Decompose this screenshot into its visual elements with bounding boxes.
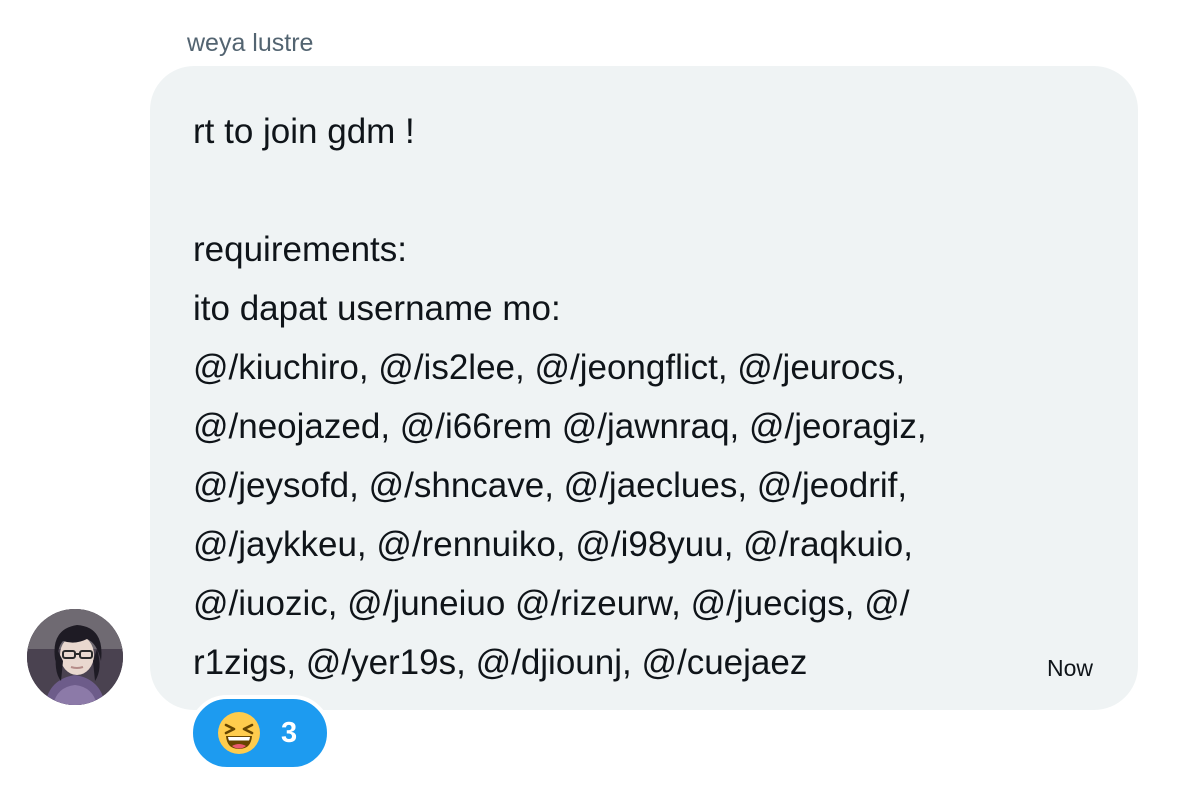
message-line: r1zigs, @/yer19s, @/djiounj, @/cuejaez (193, 643, 808, 682)
message-line: @/jaykkeu, @/rennuiko, @/i98yuu, @/raqku… (193, 525, 913, 564)
message-line: rt to join gdm ! (193, 112, 415, 151)
message-line: @/kiuchiro, @/is2lee, @/jeongflict, @/je… (193, 348, 906, 387)
message-timestamp: Now (1046, 655, 1093, 681)
message-line: ito dapat username mo: (193, 289, 561, 328)
message-line: @/neojazed, @/i66rem @/jawnraq, @/jeorag… (193, 407, 927, 446)
message-text: rt to join gdm ! requirements: ito dapat u… (193, 102, 1093, 692)
grinning-squinting-face-icon (218, 712, 260, 754)
sender-name: weya lustre (187, 29, 314, 57)
message-line (193, 161, 1093, 220)
user-avatar-icon (27, 609, 123, 705)
reaction-button[interactable]: 3 (189, 695, 331, 771)
message-line: requirements: (193, 230, 407, 269)
reaction-count: 3 (281, 717, 298, 749)
avatar[interactable] (27, 609, 123, 705)
message-line: @/jeysofd, @/shncave, @/jaeclues, @/jeod… (193, 466, 908, 505)
message-line: @/iuozic, @/juneiuo @/rizeurw, @/juecigs… (193, 584, 910, 623)
message-bubble[interactable]: rt to join gdm ! requirements: ito dapat u… (150, 66, 1138, 710)
